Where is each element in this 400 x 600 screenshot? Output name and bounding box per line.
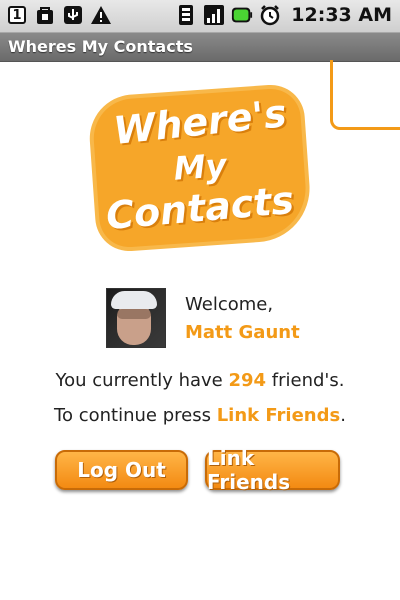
continue-prefix: To continue press: [54, 405, 217, 426]
sim-badge: 1: [8, 6, 26, 24]
status-left-icons: 1: [6, 4, 112, 26]
sim-icon: 1: [6, 4, 28, 26]
corner-decoration: [330, 60, 400, 130]
status-right-icons: 12:33 AM: [175, 4, 392, 26]
friends-count-line: You currently have 294 friend's.: [0, 370, 400, 391]
battery-icon: [231, 4, 253, 26]
bag-icon: [34, 4, 56, 26]
warning-icon: [90, 4, 112, 26]
avatar-hat: [111, 291, 157, 309]
continue-instruction-line: To continue press Link Friends.: [0, 405, 400, 426]
avatar-shadow: [117, 309, 151, 319]
app-logo: Where's My Contacts: [90, 86, 310, 250]
link-friends-button[interactable]: Link Friends: [205, 446, 340, 494]
usb-icon: [62, 4, 84, 26]
avatar: [106, 288, 166, 348]
data-signal-icon: [175, 4, 197, 26]
friends-suffix: friend's.: [266, 370, 345, 391]
alarm-icon: [259, 4, 281, 26]
log-out-button[interactable]: Log Out: [55, 450, 188, 490]
friends-count: 294: [228, 370, 267, 391]
friends-prefix: You currently have: [55, 370, 229, 391]
status-time: 12:33 AM: [291, 4, 392, 26]
app-title-bar: Wheres My Contacts: [0, 33, 400, 62]
continue-suffix: .: [340, 405, 346, 426]
continue-link-text: Link Friends: [216, 405, 341, 426]
user-name: Matt Gaunt: [185, 322, 300, 343]
signal-bars-icon: [203, 4, 225, 26]
app-title: Wheres My Contacts: [8, 37, 193, 56]
welcome-greeting: Welcome,: [185, 294, 274, 315]
status-bar: 1 12:33 AM: [0, 0, 400, 33]
